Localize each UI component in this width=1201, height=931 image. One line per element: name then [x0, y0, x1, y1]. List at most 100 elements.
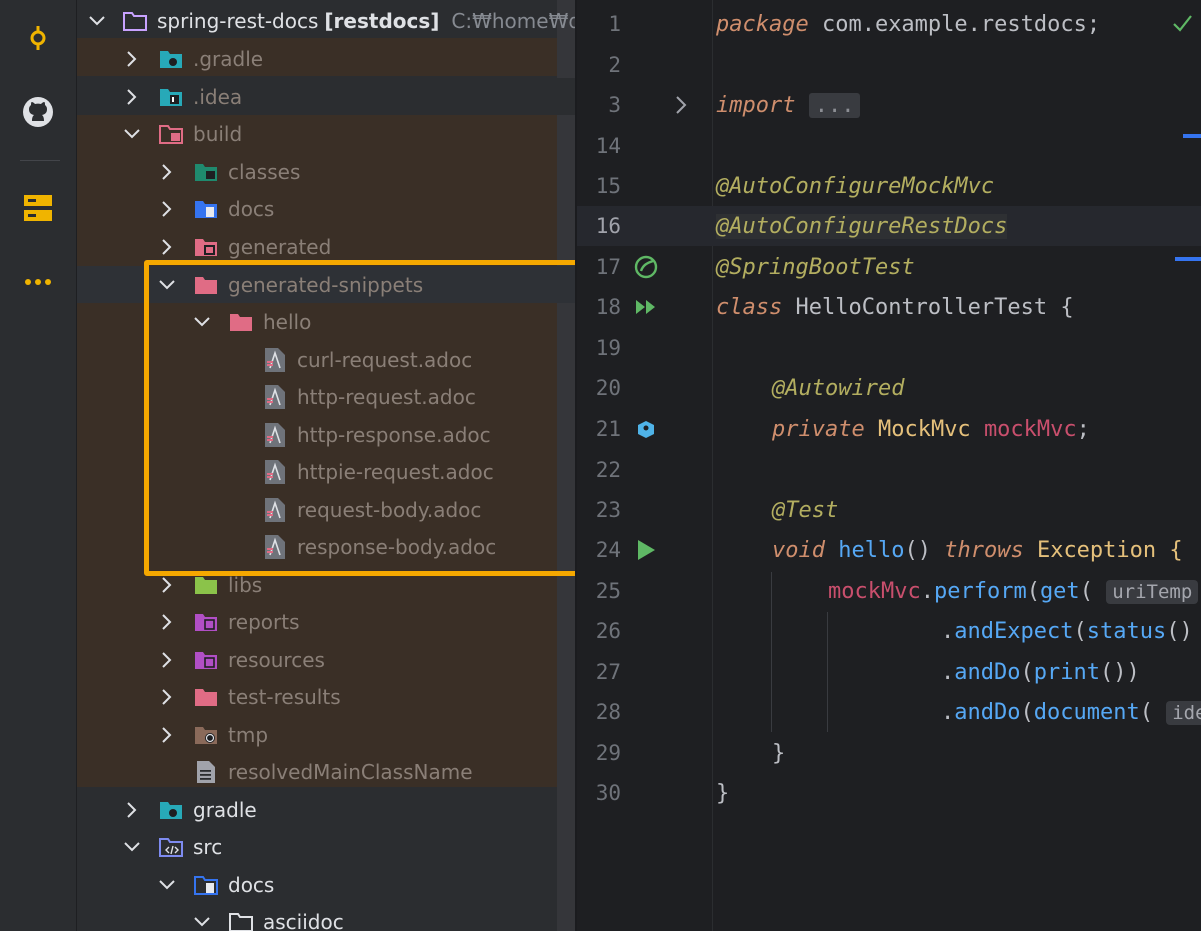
tree-row-docs-build[interactable]: docs [77, 190, 575, 227]
tree-label: test-results [228, 684, 341, 709]
chevron-right-icon[interactable] [158, 651, 176, 669]
code-line[interactable]: 24 void hello() throws Exception { [577, 530, 1201, 570]
code-line[interactable]: 26 .andExpect(status() [577, 611, 1201, 651]
gradle-folder-icon [159, 798, 183, 822]
tree-row-project[interactable]: spring-rest-docs [restdocs] C:₩home₩de [77, 2, 575, 39]
code-text: .andDo(document( ide [941, 700, 1201, 725]
spring-icon[interactable] [632, 253, 660, 281]
code-text: @Autowired [772, 375, 905, 401]
code-line[interactable]: 21 private MockMvc mockMvc; [577, 409, 1201, 449]
run-icon[interactable] [632, 536, 660, 564]
chevron-right-icon[interactable] [158, 576, 176, 594]
chevron-right-icon[interactable] [123, 801, 141, 819]
chevron-right-icon[interactable] [158, 613, 176, 631]
commit-icon[interactable] [16, 16, 60, 60]
code-text: private MockMvc mockMvc; [772, 416, 1090, 442]
resources-folder-icon [194, 648, 218, 672]
chevron-down-icon[interactable] [193, 913, 211, 931]
tree-row-classes[interactable]: classes [77, 153, 575, 190]
tree-label: reports [228, 609, 300, 634]
code-text: .andExpect(status() [941, 618, 1193, 644]
code-line[interactable]: 28 .andDo(document( ide [577, 692, 1201, 732]
chevron-down-icon[interactable] [123, 125, 141, 143]
tree-label: generated [228, 234, 332, 259]
line-number: 30 [595, 781, 621, 805]
database-icon[interactable] [16, 186, 60, 230]
tree-row-docs[interactable]: docs [77, 866, 575, 903]
folded-imports[interactable]: ... [808, 92, 861, 118]
tree-row-test-results[interactable]: test-results [77, 678, 575, 715]
chevron-right-icon[interactable] [667, 91, 695, 119]
line-number: 26 [595, 619, 621, 643]
check-icon[interactable] [1171, 12, 1193, 40]
reports-folder-icon [194, 610, 218, 634]
line-number: 3 [608, 93, 621, 117]
code-line[interactable]: 20 @Autowired [577, 368, 1201, 408]
code-text: .andDo(print()) [941, 659, 1140, 685]
code-line[interactable]: 18 class HelloControllerTest { [577, 287, 1201, 327]
line-number: 29 [595, 741, 621, 765]
run-all-icon[interactable] [632, 293, 660, 321]
code-line[interactable]: 3 import ... [577, 85, 1201, 125]
code-line[interactable]: 29 } [577, 733, 1201, 773]
highlight-box [144, 260, 588, 576]
chevron-right-icon[interactable] [158, 688, 176, 706]
tree-label: .idea [193, 84, 243, 109]
more-icon[interactable] [16, 260, 60, 304]
chevron-down-icon[interactable] [89, 12, 105, 30]
docs-folder-icon [194, 197, 218, 221]
code-line[interactable]: 15 @AutoConfigureMockMvc [577, 166, 1201, 206]
code-line[interactable]: 22 [577, 450, 1201, 490]
code-line[interactable]: 19 [577, 328, 1201, 368]
code-line[interactable]: 25 mockMvc.perform(get( uriTemp [577, 571, 1201, 611]
tree-label: asciidoc [263, 909, 344, 931]
chevron-right-icon[interactable] [158, 726, 176, 744]
chevron-right-icon[interactable] [158, 238, 176, 256]
line-number: 24 [595, 538, 621, 562]
tree-row-idea[interactable]: .idea [77, 78, 575, 115]
tree-row-file[interactable]: resolvedMainClassName [77, 753, 575, 790]
tree-row-reports[interactable]: reports [77, 603, 575, 640]
tree-label: docs [228, 872, 275, 897]
code-line[interactable]: 14 [577, 126, 1201, 166]
chevron-down-icon[interactable] [123, 838, 141, 856]
line-number: 16 [595, 214, 621, 238]
tree-row-src[interactable]: src [77, 828, 575, 865]
folder-icon [194, 685, 218, 709]
idea-folder-icon [159, 85, 183, 109]
chevron-right-icon[interactable] [158, 163, 176, 181]
folder-icon [229, 910, 253, 931]
tree-row-asciidoc[interactable]: asciidoc [77, 903, 575, 931]
tree-row-resources[interactable]: resources [77, 641, 575, 678]
line-number: 1 [608, 12, 621, 36]
code-line[interactable]: 2 [577, 45, 1201, 85]
github-icon[interactable] [16, 90, 60, 134]
code-text: @Test [772, 497, 839, 523]
code-line[interactable]: 17 @SpringBootTest [577, 247, 1201, 287]
tree-row-gradle-dir[interactable]: .gradle [77, 40, 575, 77]
line-number: 19 [595, 336, 621, 360]
code-line[interactable]: 30 } [577, 773, 1201, 813]
chevron-right-icon[interactable] [158, 200, 176, 218]
module-folder-icon [123, 9, 147, 33]
code-text: package com.example.restdocs; [716, 11, 1101, 37]
build-folder-icon [159, 122, 183, 146]
line-number: 25 [595, 579, 621, 603]
code-line[interactable]: 23 @Test [577, 490, 1201, 530]
tree-label: libs [228, 572, 263, 597]
tree-row-gradle[interactable]: gradle [77, 791, 575, 828]
chevron-down-icon[interactable] [158, 876, 176, 894]
code-line[interactable]: 27 .andDo(print()) [577, 652, 1201, 692]
code-editor[interactable]: 1 package com.example.restdocs; 2 3 impo… [577, 0, 1201, 931]
tree-label: resolvedMainClassName [228, 759, 473, 784]
code-line[interactable]: 1 package com.example.restdocs; [577, 4, 1201, 44]
tree-label: src [193, 834, 223, 859]
tree-label: docs [228, 196, 275, 221]
chevron-right-icon[interactable] [123, 88, 141, 106]
tree-row-tmp[interactable]: tmp [77, 716, 575, 753]
code-line-current[interactable]: 16 @AutoConfigureRestDocs [577, 206, 1201, 246]
tree-row-build[interactable]: build [77, 115, 575, 152]
code-text: } [716, 780, 730, 806]
bean-icon[interactable] [632, 415, 660, 443]
chevron-right-icon[interactable] [123, 50, 141, 68]
